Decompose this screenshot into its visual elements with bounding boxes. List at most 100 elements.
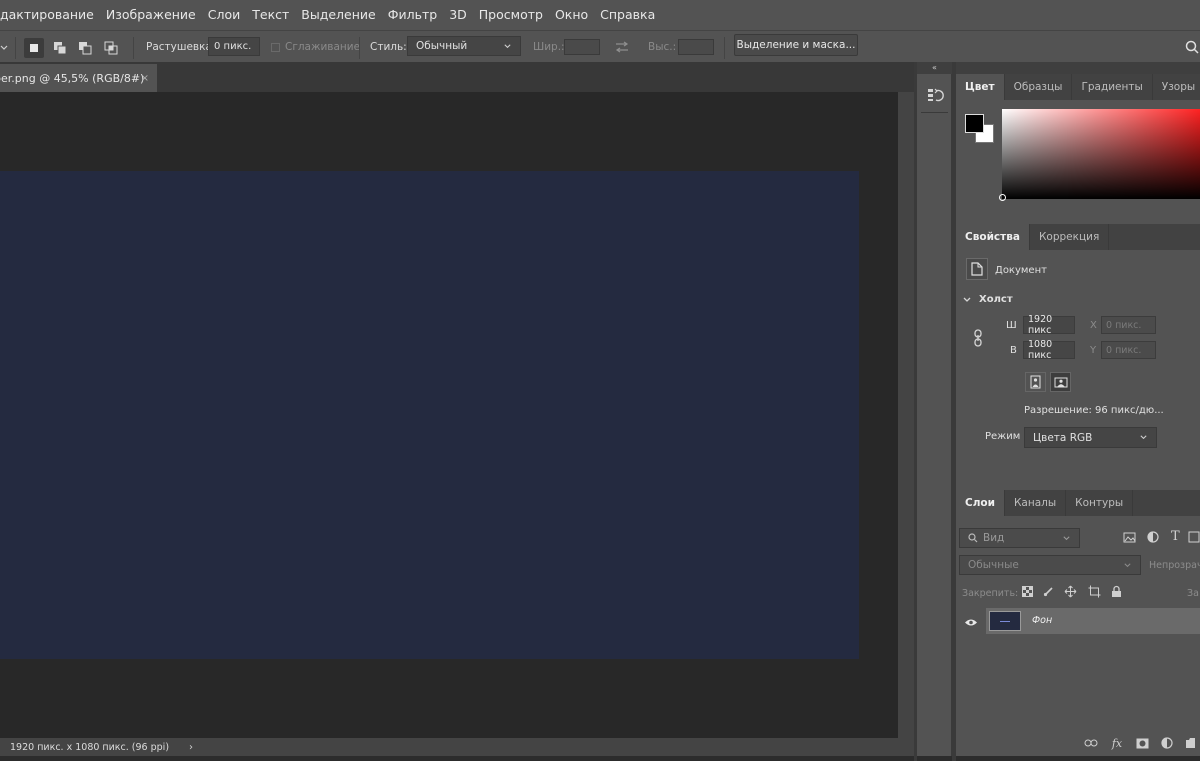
canvas-x-input[interactable]: 0 пикс. (1101, 316, 1156, 334)
new-selection-icon[interactable] (24, 38, 44, 58)
layer-name: Фон (1032, 615, 1053, 626)
lock-all-icon[interactable] (1111, 585, 1122, 598)
image-filter-icon[interactable] (1123, 532, 1136, 543)
layer-thumbnail-mark (1000, 620, 1010, 622)
tab-patterns[interactable]: Узоры (1153, 74, 1200, 100)
tab-channels[interactable]: Каналы (1005, 490, 1067, 516)
add-selection-icon[interactable] (50, 38, 70, 58)
document-size-status: 1920 пикс. x 1080 пикс. (96 ppi) (10, 741, 170, 753)
color-picker-knob[interactable] (999, 194, 1006, 201)
menu-type[interactable]: Текст (246, 0, 295, 30)
shape-filter-icon[interactable] (1188, 531, 1200, 543)
document-tab[interactable]: per.png @ 45,5% (RGB/8#) × (0, 64, 157, 92)
canvas-area[interactable] (0, 92, 898, 738)
feather-input[interactable]: 0 пикс. (208, 36, 260, 56)
lock-pixels-icon[interactable] (1043, 585, 1055, 597)
layers-panel-tabs: Слои Каналы Контуры (956, 490, 1200, 516)
type-filter-icon[interactable]: T (1171, 529, 1180, 544)
menu-3d[interactable]: 3D (443, 0, 473, 30)
vertical-scrollbar[interactable] (898, 92, 914, 738)
menu-image[interactable]: Изображение (100, 0, 202, 30)
feather-label: Растушевка: (146, 41, 216, 53)
landscape-orientation-icon[interactable] (1050, 372, 1071, 392)
antialias-label: Сглаживание (285, 41, 361, 53)
select-and-mask-button[interactable]: Выделение и маска... (734, 34, 858, 56)
tab-layers[interactable]: Слои (956, 490, 1005, 516)
mode-label: Режим (985, 431, 1021, 442)
divider (724, 37, 725, 59)
antialias-checkbox[interactable] (271, 42, 280, 52)
width-label: Ш (1006, 320, 1017, 331)
width-input[interactable] (564, 39, 600, 55)
close-icon[interactable]: × (141, 73, 149, 84)
menu-layers[interactable]: Слои (202, 0, 247, 30)
color-mode-value: Цвета RGB (1033, 431, 1093, 444)
color-mode-select[interactable]: Цвета RGB (1024, 427, 1157, 448)
style-label: Стиль: (370, 41, 407, 53)
width-label: Шир.: (533, 41, 565, 53)
status-bar: 1920 пикс. x 1080 пикс. (96 ppi) › (0, 738, 914, 756)
tab-properties[interactable]: Свойства (956, 224, 1030, 250)
lock-artboard-icon[interactable] (1088, 585, 1101, 598)
canvas-width-input[interactable]: 1920 пикс (1023, 314, 1075, 336)
swap-dimensions-icon[interactable] (614, 37, 630, 57)
divider (133, 37, 134, 59)
tab-swatches[interactable]: Образцы (1005, 74, 1073, 100)
new-adjustment-layer-icon[interactable] (1161, 737, 1173, 749)
canvas-height-input[interactable]: 1080 пикс (1023, 339, 1075, 361)
lock-position-icon[interactable] (1064, 585, 1077, 598)
divider (921, 112, 948, 113)
properties-panel-tabs: Свойства Коррекция (956, 224, 1200, 250)
adjustment-filter-icon[interactable] (1147, 531, 1159, 543)
chevron-down-icon[interactable] (962, 295, 972, 305)
tool-preset-chevron-icon[interactable] (0, 38, 14, 58)
chevron-down-icon (1063, 535, 1070, 540)
collapse-dock-icon[interactable]: « (917, 62, 952, 74)
menu-edit[interactable]: дактирование (0, 0, 100, 30)
history-icon[interactable] (924, 84, 946, 106)
link-layers-icon[interactable] (1084, 739, 1098, 747)
menu-window[interactable]: Окно (549, 0, 594, 30)
menu-help[interactable]: Справка (594, 0, 661, 30)
status-menu-arrow-icon[interactable]: › (189, 742, 193, 753)
x-label: X (1090, 320, 1097, 331)
blend-mode-select[interactable]: Обычные (959, 555, 1141, 575)
menu-filter[interactable]: Фильтр (382, 0, 443, 30)
new-group-icon[interactable] (1185, 737, 1196, 749)
document-icon (966, 258, 988, 280)
document-canvas[interactable] (0, 171, 859, 659)
tab-color[interactable]: Цвет (956, 74, 1005, 100)
menu-view[interactable]: Просмотр (473, 0, 549, 30)
blend-mode-value: Обычные (968, 559, 1019, 571)
portrait-orientation-icon[interactable] (1025, 372, 1046, 392)
canvas-y-input[interactable]: 0 пикс. (1101, 341, 1156, 359)
search-icon[interactable] (1185, 37, 1199, 57)
layer-row[interactable]: Фон (986, 608, 1200, 634)
fill-label: За (1187, 588, 1199, 599)
intersect-selection-icon[interactable] (101, 38, 121, 58)
document-tab-title: per.png @ 45,5% (RGB/8#) (0, 71, 145, 85)
style-value: Обычный (416, 40, 468, 52)
chevron-down-icon (504, 43, 511, 48)
subtract-selection-icon[interactable] (75, 38, 95, 58)
add-mask-icon[interactable] (1136, 738, 1149, 749)
link-icon[interactable] (973, 329, 983, 347)
canvas-section-title: Холст (979, 294, 1013, 305)
style-select[interactable]: Обычный (407, 36, 521, 56)
tab-gradients[interactable]: Градиенты (1072, 74, 1153, 100)
layer-filter-select[interactable]: Вид (959, 528, 1080, 548)
menu-select[interactable]: Выделение (295, 0, 381, 30)
bottom-strip (0, 756, 1200, 761)
panels-collapse-bar[interactable] (956, 62, 1200, 74)
eye-icon[interactable] (964, 618, 978, 627)
y-label: Y (1090, 345, 1097, 356)
foreground-color-swatch[interactable] (965, 114, 984, 133)
lock-transparency-icon[interactable] (1022, 586, 1033, 597)
tab-adjustments[interactable]: Коррекция (1030, 224, 1110, 250)
layer-style-icon[interactable]: fx (1110, 737, 1124, 750)
height-input[interactable] (678, 39, 714, 55)
tab-paths[interactable]: Контуры (1066, 490, 1134, 516)
height-label: Выс.: (648, 41, 677, 53)
opacity-label: Непрозрач (1149, 560, 1200, 571)
color-picker-field[interactable] (1002, 109, 1200, 199)
